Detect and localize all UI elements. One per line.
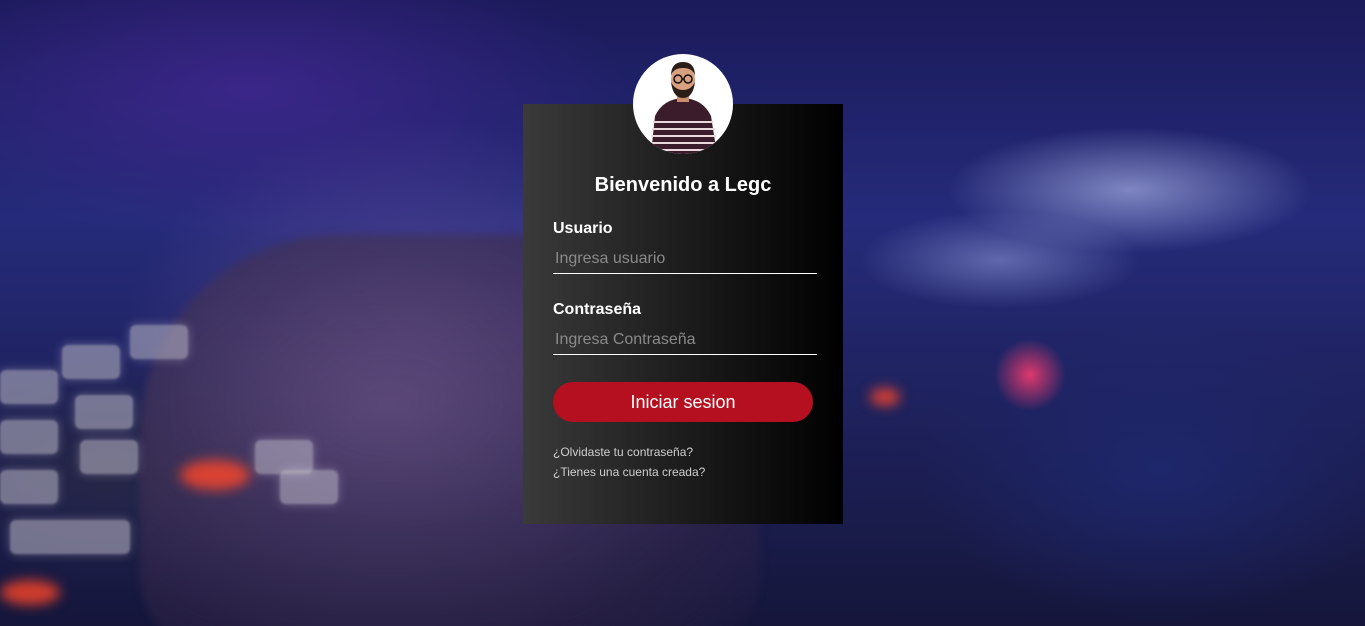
- background-key: [80, 440, 138, 474]
- background-key: [0, 420, 58, 454]
- password-input[interactable]: [553, 325, 817, 355]
- background-key: [130, 325, 188, 359]
- avatar-icon: [633, 54, 733, 154]
- background-key: [280, 470, 338, 504]
- background-key: [255, 440, 313, 474]
- forgot-password-link[interactable]: ¿Olvidaste tu contraseña?: [553, 445, 693, 459]
- login-title: Bienvenido a Legc: [594, 174, 772, 196]
- password-label: Contraseña: [553, 301, 642, 318]
- background-key: [10, 520, 130, 554]
- username-input[interactable]: [553, 244, 817, 274]
- have-account-link[interactable]: ¿Tienes una cuenta creada?: [553, 465, 705, 479]
- background-key: [0, 470, 58, 504]
- background-key: [0, 370, 58, 404]
- background-glow: [180, 460, 250, 490]
- background-glow: [870, 388, 900, 406]
- login-button[interactable]: Iniciar sesion: [553, 382, 813, 422]
- background-key: [75, 395, 133, 429]
- username-label: Usuario: [553, 220, 613, 237]
- background-key: [62, 345, 120, 379]
- login-card: Bienvenido a Legc Usuario Contraseña Ini…: [523, 104, 843, 524]
- background-glow: [0, 580, 60, 605]
